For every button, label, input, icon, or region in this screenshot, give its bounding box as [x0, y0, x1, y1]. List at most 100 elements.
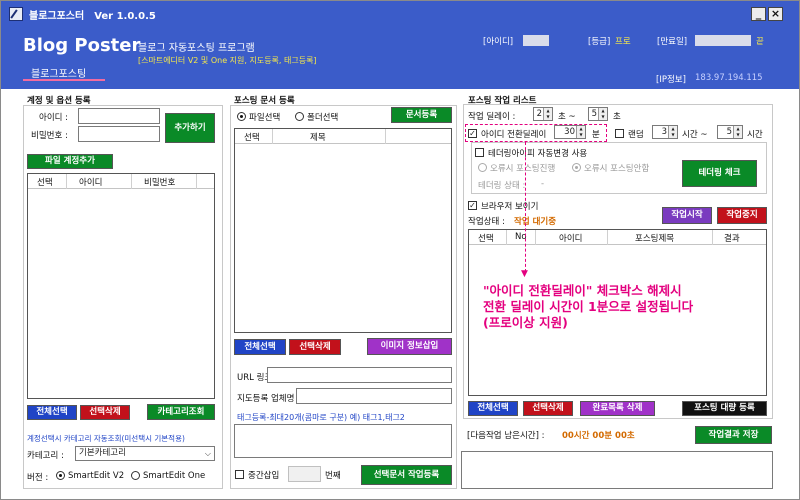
annotation-line-3: (프로이상 지원) — [483, 315, 568, 330]
grade-label: [등급] — [588, 37, 611, 47]
docs-grid[interactable]: 선택 제목 — [234, 128, 452, 333]
category-selected-value: 기본카테고리 — [79, 448, 126, 458]
account-grid-header: 선택 아이디 비밀번호 — [28, 174, 214, 189]
account-select-all-button[interactable]: 전체선택 — [27, 405, 77, 420]
remaining-time-label: [다음작업 남은시간] : — [467, 431, 545, 441]
mid-insert-suffix: 번째 — [325, 471, 341, 481]
annotation-line-1: "아이디 전환딜레이" 체크박스 해제시 — [483, 283, 682, 298]
ip-label: [IP정보] — [656, 75, 686, 85]
minimize-button[interactable]: _ — [751, 7, 766, 21]
delay-unit-label: 초 — [613, 112, 621, 122]
mid-insert-input[interactable] — [288, 466, 321, 482]
random-checkbox[interactable] — [615, 129, 624, 138]
category-lookup-button[interactable]: 카테고리조회 — [147, 404, 215, 420]
version-v2-label: SmartEdit V2 — [68, 471, 125, 481]
col-sep — [385, 129, 386, 144]
annotation-note: "아이디 전환딜레이" 체크박스 해제시 전환 딜레이 시간이 1분으로 설정됩… — [483, 283, 693, 331]
col-sep — [131, 174, 132, 189]
posting-select-all-button[interactable]: 전체선택 — [468, 401, 518, 416]
col-sep — [506, 230, 507, 245]
category-select[interactable]: 기본카테고리 ⌵ — [75, 446, 215, 461]
account-pw-input[interactable] — [78, 126, 160, 142]
tab-blog-posting[interactable]: 블로그포스팅 — [31, 65, 86, 80]
tag-textarea[interactable] — [234, 424, 452, 458]
col-sep — [196, 174, 197, 189]
file-account-add-button[interactable]: 파일 계정추가 — [27, 154, 113, 169]
folder-select-radio[interactable] — [295, 112, 304, 121]
account-pw-label: 비밀번호 : — [31, 131, 68, 141]
ip-value: 183.97.194.115 — [695, 73, 763, 83]
arrow-down-icon: ▼ — [521, 269, 528, 279]
image-info-insert-button[interactable]: 이미지 정보삽입 — [367, 338, 452, 355]
remaining-time-value: 00시간 00분 00초 — [562, 431, 635, 441]
selected-doc-register-button[interactable]: 선택문서 작업등록 — [361, 465, 452, 485]
error-continue-radio[interactable] — [478, 163, 487, 172]
close-button[interactable]: × — [768, 7, 783, 21]
random-label: 랜덤 — [628, 130, 644, 140]
log-textarea[interactable] — [461, 451, 773, 489]
map-business-input[interactable] — [296, 388, 452, 404]
grade-value: 프로 — [615, 37, 631, 47]
tether-label: 테더링아이피 자동변경 사용 — [488, 149, 588, 159]
col-sep — [607, 230, 608, 245]
docs-delete-selected-button[interactable]: 선택삭제 — [289, 339, 341, 355]
account-grid[interactable]: 선택 아이디 비밀번호 — [27, 173, 215, 399]
map-label: 지도등록 업체명 — [237, 394, 295, 404]
tether-check-button[interactable]: 테더링 체크 — [682, 160, 757, 187]
highlight-box — [465, 124, 607, 142]
col-sep — [535, 230, 536, 245]
start-button[interactable]: 작업시작 — [662, 207, 712, 224]
account-id-input[interactable] — [78, 108, 160, 124]
random-unit-label: 시간 — [747, 130, 763, 140]
col-id: 아이디 — [79, 178, 103, 188]
random-from-stepper[interactable]: 3 — [652, 125, 678, 139]
browser-show-checkbox[interactable]: ✓ — [468, 201, 477, 210]
col-sep — [272, 129, 273, 144]
col-title: 제목 — [310, 133, 326, 143]
status-value: 작업 대기중 — [514, 217, 557, 227]
tag-note: 태그등록-최대20개(콤마로 구분) 예) 태그1,태그2 — [237, 413, 405, 422]
browser-show-label: 브라우저 보이기 — [481, 202, 539, 212]
annotation-line-2: 전환 딜레이 시간이 1분으로 설정됩니다 — [483, 299, 694, 314]
tether-status-label: 테더링 상태 : — [478, 181, 526, 191]
expire-masked-value — [695, 35, 751, 46]
file-select-radio[interactable] — [237, 112, 246, 121]
version-one-radio[interactable] — [131, 471, 140, 480]
error-continue-label: 오류시 포스팅진행 — [490, 164, 556, 174]
col-select: 선택 — [244, 133, 260, 143]
random-to-stepper[interactable]: 5 — [717, 125, 743, 139]
mid-insert-checkbox[interactable] — [235, 470, 244, 479]
file-select-label: 파일선택 — [249, 113, 281, 123]
version-v2-radio[interactable] — [56, 471, 65, 480]
doc-register-button[interactable]: 문서등록 — [391, 107, 452, 123]
col-id: 아이디 — [559, 234, 583, 244]
error-stop-radio[interactable] — [572, 163, 581, 172]
add-account-button[interactable]: 추가하기 — [165, 113, 215, 143]
col-password: 비밀번호 — [144, 178, 176, 188]
main-window: 블로그포스터 Ver 1.0.0.5 _ × Blog Poster 블로그 자동… — [0, 0, 800, 500]
save-results-button[interactable]: 작업결과 저장 — [695, 426, 772, 444]
chevron-down-icon: ⌵ — [204, 449, 211, 458]
account-delete-selected-button[interactable]: 선택삭제 — [80, 405, 130, 420]
version-one-label: SmartEdit One — [143, 471, 206, 481]
logo: Blog Poster — [23, 35, 141, 56]
url-input[interactable] — [267, 367, 452, 383]
id-label: [아이디] — [483, 37, 514, 47]
error-stop-label: 오류시 포스팅안함 — [584, 164, 650, 174]
window-title: 블로그포스터 Ver 1.0.0.5 — [29, 11, 156, 22]
done-list-delete-button[interactable]: 완료목록 삭제 — [580, 401, 655, 416]
app-subtitle: 블로그 자동포스팅 프로그램 — [138, 43, 255, 54]
version-label: 버전 : — [27, 473, 49, 483]
account-id-label: 아이디 : — [39, 113, 69, 123]
delay-from-stepper[interactable]: 2 — [533, 107, 553, 121]
bulk-register-button[interactable]: 포스팅 대량 등록 — [682, 401, 767, 416]
posting-grid-header: 선택 No 아이디 포스팅제목 결과 — [469, 230, 766, 245]
delay-mid-label: 초 ~ — [558, 112, 576, 122]
tether-checkbox[interactable] — [475, 148, 484, 157]
app-pen-icon — [9, 7, 23, 21]
posting-delete-selected-button[interactable]: 선택삭제 — [523, 401, 573, 416]
docs-select-all-button[interactable]: 전체선택 — [234, 339, 286, 355]
version-label: Ver 1.0.0.5 — [94, 11, 156, 22]
delay-to-stepper[interactable]: 5 — [588, 107, 608, 121]
stop-button[interactable]: 작업중지 — [717, 207, 767, 224]
